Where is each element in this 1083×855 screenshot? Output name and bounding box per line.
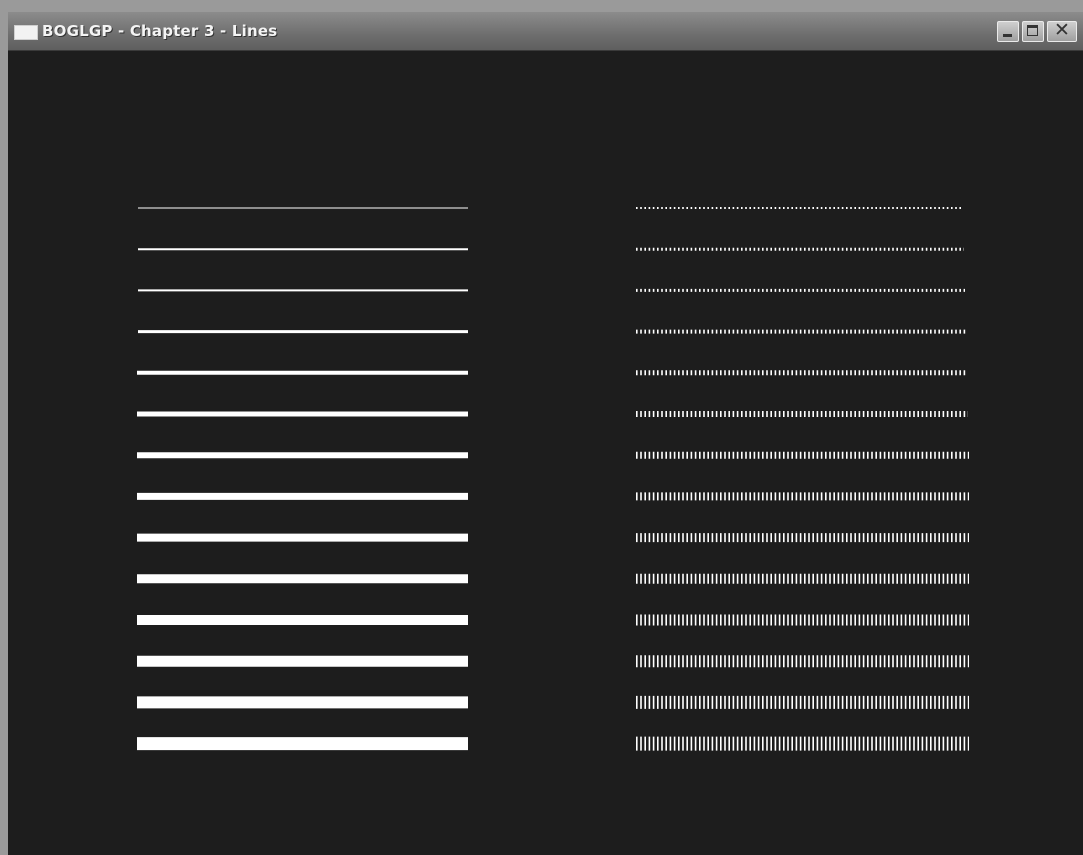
- opengl-canvas: [8, 51, 1083, 855]
- lines-scene: [137, 207, 969, 751]
- window-title: BOGLGP - Chapter 3 - Lines: [42, 22, 278, 40]
- title-bar[interactable]: BOGLGP - Chapter 3 - Lines ✕: [8, 12, 1083, 51]
- close-button[interactable]: ✕: [1047, 19, 1077, 42]
- maximize-button[interactable]: [1022, 21, 1044, 42]
- minimize-icon: [1003, 34, 1012, 37]
- close-icon: ✕: [1054, 19, 1070, 41]
- window-icon: [14, 25, 38, 40]
- maximize-icon: [1027, 25, 1038, 36]
- app-window: BOGLGP - Chapter 3 - Lines ✕: [8, 12, 1083, 855]
- minimize-button[interactable]: [997, 21, 1019, 42]
